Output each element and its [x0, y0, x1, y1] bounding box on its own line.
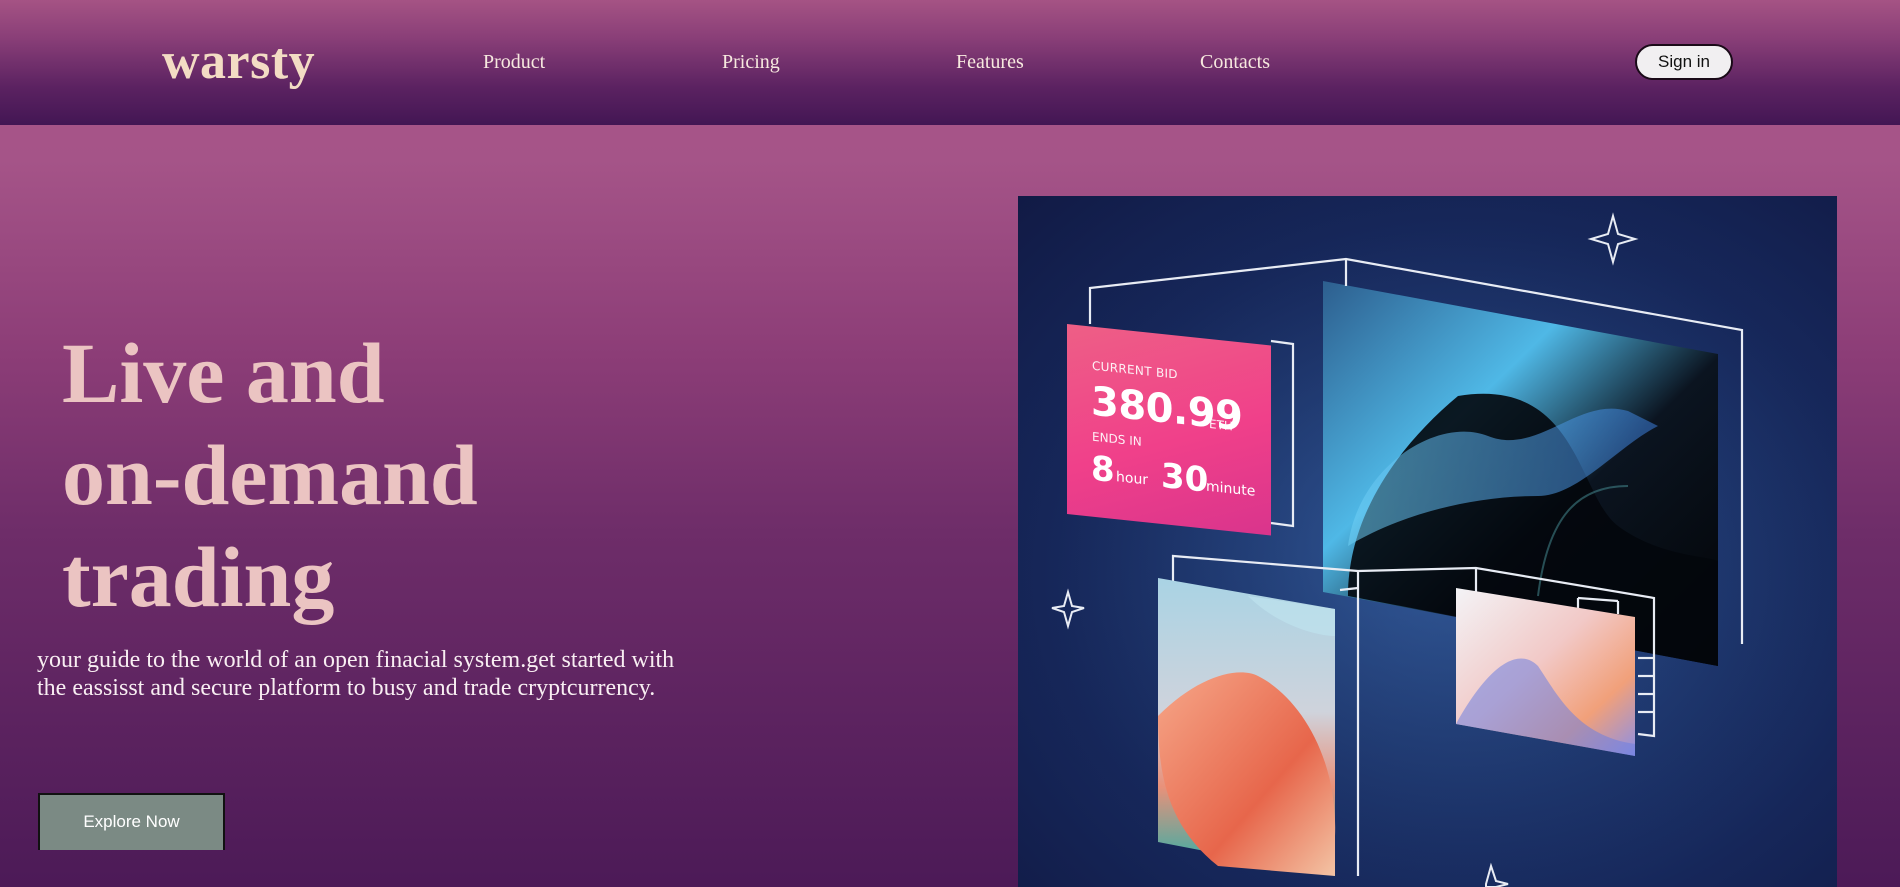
nav-link-features[interactable]: Features: [956, 50, 1024, 74]
hero-artwork: CURRENT BID 380.99 ETH ENDS IN 8 hour 30…: [1018, 196, 1837, 887]
hero-title-line: trading: [62, 529, 335, 625]
hero-title: Live and on-demand trading: [62, 322, 478, 628]
ends-in-hours: 8: [1091, 448, 1115, 492]
current-bid-card: CURRENT BID 380.99 ETH ENDS IN 8 hour 30…: [1067, 324, 1271, 536]
brand-logo[interactable]: warsty: [162, 32, 315, 92]
ends-in-minutes-unit: minute: [1206, 478, 1256, 500]
hero-subtitle: your guide to the world of an open finac…: [37, 647, 675, 701]
ends-in-label: ENDS IN: [1092, 429, 1142, 449]
nav-link-product[interactable]: Product: [483, 50, 545, 74]
current-bid-unit: ETH: [1209, 416, 1233, 434]
current-bid-label: CURRENT BID: [1092, 358, 1178, 382]
ends-in-hours-unit: hour: [1116, 469, 1149, 489]
nav-link-pricing[interactable]: Pricing: [722, 50, 780, 74]
explore-now-button[interactable]: Explore Now: [38, 793, 225, 850]
ends-in-minutes: 30: [1161, 455, 1209, 501]
hero-title-line: on-demand: [62, 427, 478, 523]
hero-title-line: Live and: [62, 325, 385, 421]
artwork-illustration: [1018, 196, 1837, 887]
top-navbar: warsty Product Pricing Features Contacts…: [0, 0, 1900, 125]
sign-in-button[interactable]: Sign in: [1635, 44, 1733, 80]
nav-link-contacts[interactable]: Contacts: [1200, 50, 1270, 74]
